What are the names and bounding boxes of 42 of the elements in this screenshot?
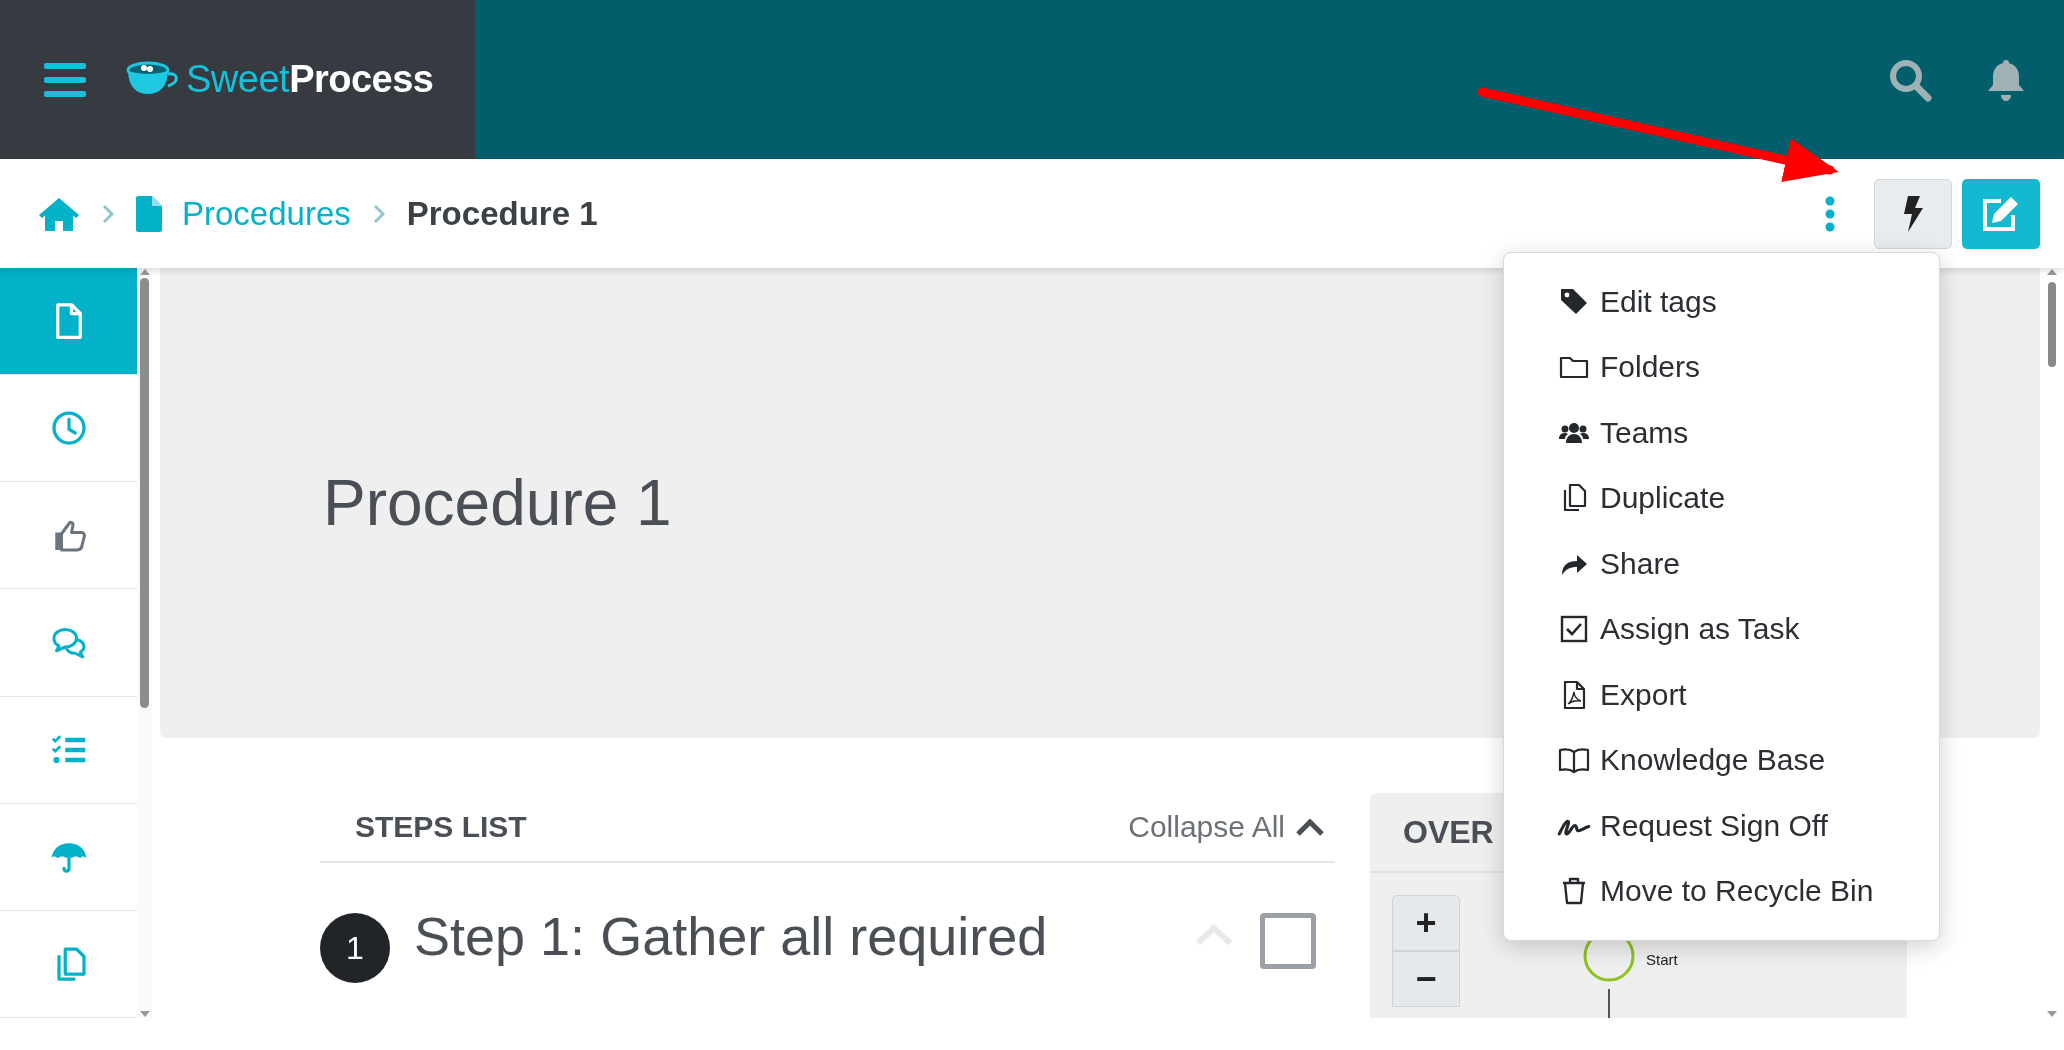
logo-text: SweetProcess: [186, 58, 434, 101]
menu-item[interactable]: Folders: [1504, 334, 1939, 400]
menu-icon[interactable]: [44, 62, 86, 97]
menu-item[interactable]: Edit tags: [1504, 269, 1939, 335]
step-title[interactable]: Step 1: Gather all required: [414, 903, 1134, 969]
chevron-up-icon: [1295, 817, 1325, 837]
menu-item[interactable]: Share: [1504, 531, 1939, 597]
procedure-title: Procedure 1: [323, 466, 672, 540]
scroll-down-icon[interactable]: [2047, 1010, 2057, 1018]
edit-icon: [1981, 194, 2021, 233]
collapse-all-button[interactable]: Collapse All: [1128, 810, 1325, 844]
scroll-up-icon[interactable]: [139, 268, 150, 276]
step-number: 1: [320, 913, 390, 983]
step-checkbox[interactable]: [1260, 913, 1316, 969]
chevron-right-icon: [102, 203, 114, 224]
actions-button[interactable]: [1874, 178, 1952, 249]
home-icon[interactable]: [38, 196, 80, 231]
kebab-menu-icon[interactable]: [1824, 195, 1836, 232]
menu-item[interactable]: Move to Recycle Bin: [1504, 858, 1939, 924]
menu-item[interactable]: Teams: [1504, 400, 1939, 466]
breadcrumb-current: Procedure 1: [406, 194, 598, 233]
scrollbar-thumb[interactable]: [140, 278, 149, 708]
panel-title: OVER: [1403, 813, 1494, 851]
chevron-right-icon: [372, 203, 385, 224]
node-label: Start: [1646, 951, 1678, 968]
zoom-in-button[interactable]: +: [1392, 895, 1460, 951]
scroll-up-icon[interactable]: [2047, 268, 2057, 276]
scroll-down-icon[interactable]: [139, 1010, 150, 1018]
menu-item[interactable]: Knowledge Base: [1504, 727, 1939, 793]
document-icon: [136, 195, 162, 232]
scrollbar-thumb[interactable]: [2048, 282, 2056, 367]
sidebar-tab[interactable]: [0, 268, 137, 376]
lightning-icon: [1902, 195, 1924, 232]
edit-button[interactable]: [1962, 178, 2040, 249]
menu-item[interactable]: Duplicate: [1504, 465, 1939, 531]
menu-item[interactable]: Assign as Task: [1504, 596, 1939, 662]
search-icon[interactable]: [1888, 57, 1932, 102]
zoom-out-button[interactable]: −: [1392, 951, 1460, 1007]
section-heading: STEPS LIST: [355, 810, 527, 844]
bell-icon[interactable]: [1986, 57, 2026, 102]
menu-item[interactable]: Export: [1504, 662, 1939, 728]
menu-item[interactable]: Request Sign Off: [1504, 793, 1939, 859]
